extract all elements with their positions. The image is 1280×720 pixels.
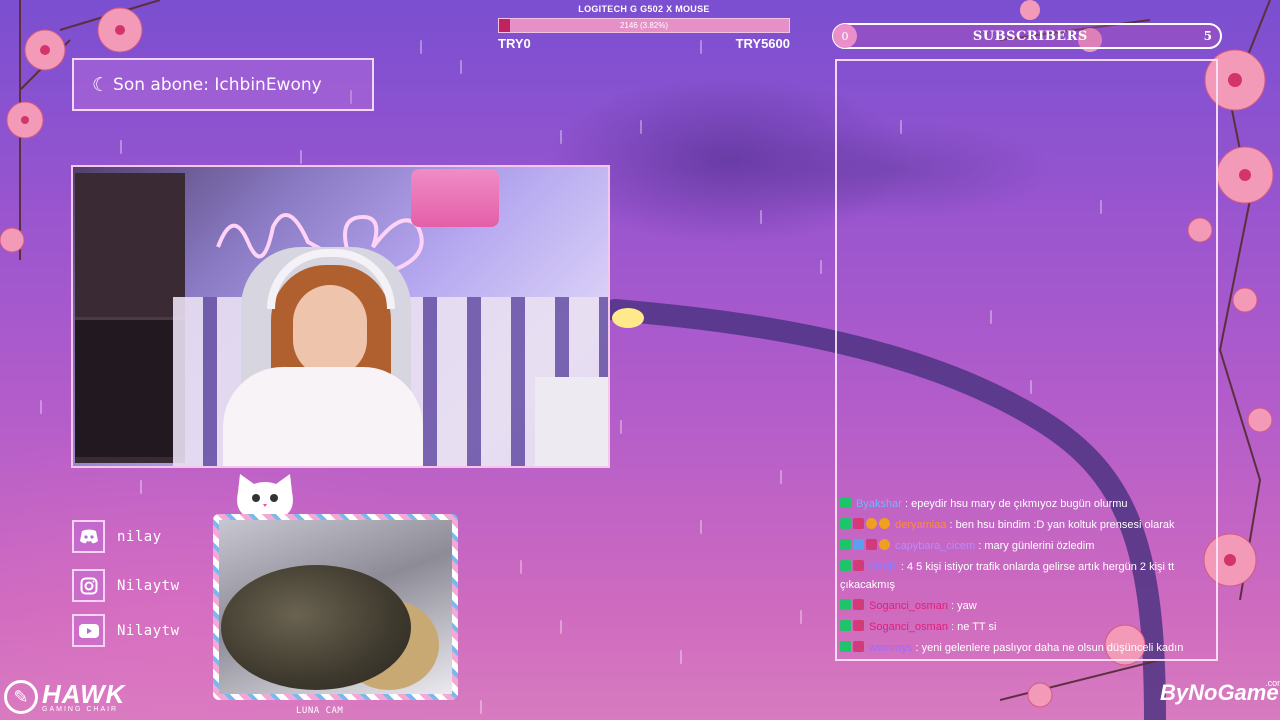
subscribers-end-value: 5 [1203, 29, 1212, 43]
chat-messages: Byakshar : epeydir hsu mary de çıkmıyoz … [840, 495, 1212, 660]
social-instagram[interactable]: Nilaytw [72, 569, 180, 602]
social-discord[interactable]: nilay [72, 520, 162, 553]
subscribers-label: SUBSCRIBERS [972, 28, 1088, 44]
green-badge-icon [840, 620, 851, 631]
last-subscriber-panel: ☾ Son abone: IchbinEwony [72, 58, 374, 111]
streamer-hoodie [223, 367, 423, 466]
chat-username[interactable]: nizqi1 [866, 561, 901, 573]
hawk-subtitle: GAMING CHAIR [42, 705, 119, 713]
chat-username[interactable]: Byakshar [853, 498, 905, 510]
raindrop [680, 650, 682, 664]
bynogame-suffix: .com [1265, 678, 1280, 688]
raindrop [480, 700, 482, 714]
raindrop [780, 470, 782, 484]
raindrop [700, 520, 702, 534]
subscribers-start-value: 0 [833, 24, 857, 48]
chat-username[interactable]: capybara_cicem [892, 540, 978, 552]
raindrop [800, 610, 802, 624]
discord-icon [72, 520, 105, 553]
raindrop [420, 40, 422, 54]
chat-username[interactable]: Soganci_osman [866, 600, 951, 612]
chat-message-text: : epeydir hsu mary de çıkmıyoz bugün olu… [904, 498, 1128, 510]
cam-drawer [75, 317, 185, 457]
goal-max-label: TRY5600 [735, 36, 790, 51]
discord-label: nilay [117, 528, 162, 545]
chat-message-text: : mary günlerini özledim [978, 540, 1095, 552]
green-badge-icon [840, 641, 851, 652]
chat-username[interactable]: wommys [866, 642, 916, 654]
youtube-label: Nilaytw [117, 622, 180, 639]
raindrop [40, 400, 42, 414]
raindrop [520, 560, 522, 574]
hawk-feather-icon: ✎ [4, 680, 38, 714]
raindrop [620, 420, 622, 434]
goal-range: TRY0 TRY5600 [498, 36, 790, 51]
green-badge-icon [840, 560, 851, 571]
streamer-webcam [71, 165, 610, 468]
cat-cam-video [219, 520, 452, 694]
raindrop [560, 130, 562, 144]
social-youtube[interactable]: Nilaytw [72, 614, 180, 647]
sub-badge-icon [866, 539, 877, 550]
sleeping-cat [221, 565, 411, 690]
bynogame-name: ByNoGame [1160, 680, 1279, 705]
pink-lamp [411, 169, 499, 227]
sub-badge-icon [853, 620, 864, 631]
raindrop [300, 150, 302, 164]
chat-message: deryamiaa : ben hsu bindim :D yan koltuk… [840, 516, 1212, 534]
hawk-logo: ✎ HAWK GAMING CHAIR [4, 680, 125, 714]
raindrop [760, 210, 762, 224]
raindrop [560, 620, 562, 634]
green-badge-icon [840, 518, 851, 529]
goal-progress-bar: 2146 (3.82%) [498, 18, 790, 33]
goal-progress-text: 2146 (3.82%) [619, 21, 669, 30]
chat-message: wommys : yeni gelenlere paslıyor daha ne… [840, 639, 1212, 657]
goal-title: LOGITECH G G502 X MOUSE [578, 4, 710, 14]
raindrop [460, 60, 462, 74]
youtube-icon [72, 614, 105, 647]
donation-goal: LOGITECH G G502 X MOUSE 2146 (3.82%) TRY… [498, 4, 790, 51]
instagram-label: Nilaytw [117, 577, 180, 594]
green-badge-icon [840, 497, 851, 508]
chat-message-text: : ben hsu bindim :D yan koltuk prensesi … [949, 519, 1175, 531]
raindrop [640, 120, 642, 134]
last-subscriber-text: Son abone: IchbinEwony [113, 74, 322, 95]
subscribers-goal-bar: 0 SUBSCRIBERS 5 [832, 23, 1222, 49]
bynogame-logo: ByNoGame .com [1160, 678, 1280, 706]
cat-cam-label: LUNA CAM [296, 706, 344, 716]
sub-badge-icon [853, 599, 864, 610]
chat-message: capybara_cicem : mary günlerini özledim [840, 537, 1212, 555]
chat-message-text: : ne TT si [951, 621, 997, 633]
chat-username[interactable]: Soganci_osman [866, 621, 951, 633]
green-badge-icon [840, 539, 851, 550]
sub-badge-icon [853, 560, 864, 571]
chat-message: Soganci_osman : yaw [840, 597, 1212, 615]
sub-badge-icon [853, 518, 864, 529]
blue-badge-icon [853, 539, 864, 550]
orange-badge-icon [879, 518, 890, 529]
hawk-name: HAWK [42, 678, 126, 709]
sub-badge-icon [853, 641, 864, 652]
chat-message: Byakshar : epeydir hsu mary de çıkmıyoz … [840, 495, 1212, 513]
orange-badge-icon [879, 539, 890, 550]
orange-badge-icon [866, 518, 877, 529]
chat-message-text: : yeni gelenlere paslıyor daha ne olsun … [915, 642, 1184, 654]
instagram-icon [72, 569, 105, 602]
goal-min-label: TRY0 [498, 36, 531, 51]
raindrop [140, 480, 142, 494]
green-badge-icon [840, 599, 851, 610]
chat-username[interactable]: deryamiaa [892, 519, 949, 531]
cat-cam-frame [213, 514, 458, 700]
raindrop [820, 260, 822, 274]
crescent-moon-icon: ☾ [92, 73, 110, 96]
nightstand [535, 377, 608, 466]
chat-message: Soganci_osman : ne TT si [840, 618, 1212, 636]
chat-message-text: : yaw [951, 600, 977, 612]
chat-message: nizqi1 : 4 5 kişi istiyor trafik onlarda… [840, 558, 1212, 594]
